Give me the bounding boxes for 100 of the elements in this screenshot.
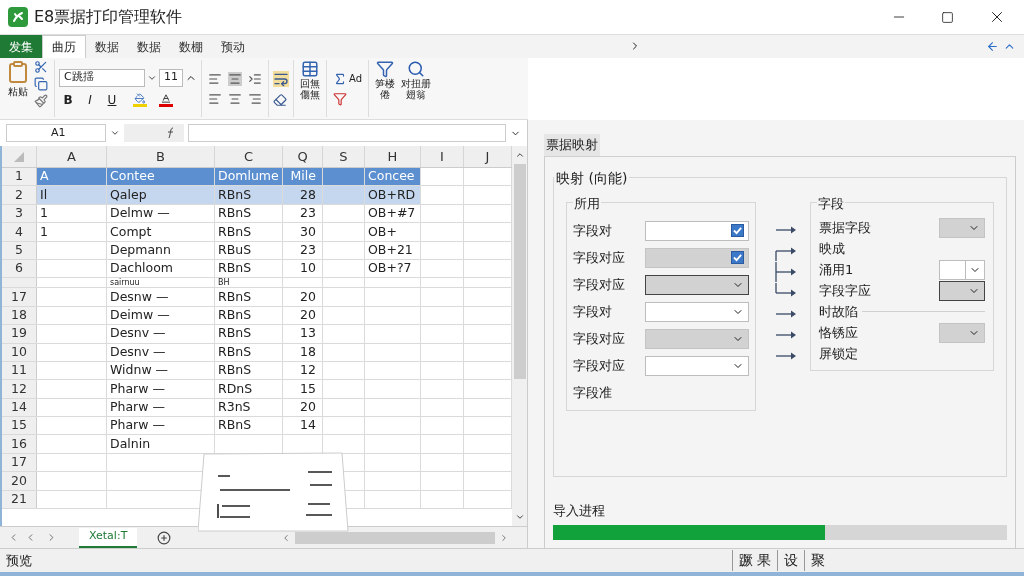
sheet-tab[interactable]: Xetal:T [79, 527, 138, 548]
row-header[interactable]: 16 [2, 435, 37, 453]
align-top-icon[interactable] [208, 71, 222, 86]
row-header[interactable]: 4 [2, 223, 37, 241]
paste-label[interactable]: 粘贴 [8, 84, 28, 99]
window-title: E8票据打印管理软件 [34, 6, 183, 28]
table-row[interactable]: 14 Pharw — R3nS 20 [2, 398, 512, 418]
font-size-field[interactable]: 11 [159, 68, 183, 87]
row-header[interactable]: 20 [2, 472, 37, 490]
font-field[interactable]: C跳揺 [59, 68, 145, 87]
filter-icon[interactable] [333, 92, 347, 106]
field-label: 票据字段 [819, 218, 872, 237]
tool-label[interactable]: 笋楼 [375, 78, 395, 89]
column-header[interactable]: Q [283, 146, 323, 167]
status-button[interactable]: 设 [777, 550, 805, 571]
status-button[interactable]: 聚 [804, 550, 832, 571]
funnel-icon[interactable] [376, 60, 394, 78]
table-cell: RBnS [215, 417, 283, 435]
ribbon-tab[interactable]: 数据 [128, 35, 170, 58]
table-row[interactable]: 6 Dachloom RBnS 10 OB+?7 [2, 259, 512, 279]
table-format-label[interactable]: 回無 [300, 78, 320, 89]
table-cell [323, 186, 365, 204]
table-row[interactable]: 18 Deimw — RBnS 20 [2, 306, 512, 326]
column-header[interactable]: A [37, 146, 107, 167]
scrollbar-thumb[interactable] [295, 531, 496, 544]
align-middle-icon[interactable] [228, 71, 242, 86]
row-header[interactable]: 12 [2, 380, 37, 398]
column-header[interactable]: S [323, 146, 365, 167]
maximize-icon[interactable] [941, 10, 954, 24]
table-cell: RBnS [215, 343, 283, 361]
table-row[interactable]: 4 1 Compt RBnS 30 OB+ [2, 223, 512, 242]
ribbon-tab[interactable]: 数据 [86, 35, 128, 58]
table-row[interactable]: 3 1 Delmw — RBnS 23 OB+#7 [2, 204, 512, 224]
function-icon[interactable] [166, 127, 176, 139]
name-box[interactable]: A1 [6, 124, 106, 142]
column-header[interactable]: C [215, 146, 283, 167]
clipboard-icon[interactable] [6, 60, 30, 84]
table-cell: Pharw — [107, 417, 215, 435]
table-row[interactable]: 12 Pharw — RDnS 15 [2, 380, 512, 399]
bold-button[interactable]: B [59, 90, 77, 109]
table-row[interactable]: 15 Pharw — RBnS 14 [2, 417, 512, 436]
scroll-up-icon[interactable] [514, 150, 525, 160]
ribbon-tab[interactable]: 曲历 [42, 35, 86, 58]
row-header[interactable]: 2 [2, 186, 37, 204]
ribbon-tab[interactable]: 数棚 [170, 35, 212, 58]
table-row[interactable]: 17 Desnw — RBnS 20 [2, 288, 512, 307]
table-cell: RBnS [215, 204, 283, 223]
ribbon-tab[interactable]: 预动 [212, 35, 254, 58]
status-button[interactable]: 蹶 果 [732, 550, 778, 571]
scissors-icon[interactable] [34, 60, 48, 74]
scroll-down-icon[interactable] [514, 512, 525, 522]
sum-icon[interactable] [333, 71, 347, 86]
table-row[interactable]: 1 A Contee Domlume Mile Concee [2, 168, 512, 187]
row-header[interactable]: 17 [2, 288, 37, 306]
table-row[interactable]: 10 Desnv — RBnS 18 [2, 343, 512, 362]
fill-color-icon[interactable] [133, 92, 147, 107]
column-header[interactable]: I [421, 146, 464, 167]
tool-label[interactable]: 对扭册 [401, 78, 431, 89]
align-center-icon[interactable] [228, 91, 242, 106]
table-row[interactable]: 11 Widnw — RBnS 12 [2, 361, 512, 381]
align-left-icon[interactable] [208, 91, 222, 106]
font-color-icon[interactable] [159, 92, 173, 107]
indent-icon[interactable] [248, 71, 262, 86]
check-field[interactable] [645, 220, 749, 241]
copy-icon[interactable] [34, 77, 48, 91]
underline-button[interactable]: U [103, 90, 121, 109]
table-cell: 20 [283, 306, 323, 325]
search-icon[interactable] [407, 60, 425, 78]
tool-label[interactable]: 翅翁 [406, 89, 426, 100]
brush-icon[interactable] [34, 94, 48, 108]
add-sheet-icon[interactable] [157, 530, 172, 545]
row-header[interactable]: 19 [2, 325, 37, 343]
column-header[interactable]: B [107, 146, 215, 167]
row-header[interactable]: 1 [2, 168, 37, 186]
table-row[interactable]: 5 Depmann RBuS 23 OB+21 [2, 241, 512, 260]
table-cell: 13 [283, 325, 323, 343]
table-format-label[interactable]: 傷無 [300, 89, 320, 100]
wrap-text-icon[interactable] [273, 70, 289, 87]
table-row[interactable]: 2 Il Qalep RBnS 28 OB+RD [2, 186, 512, 205]
align-right-icon[interactable] [248, 91, 262, 106]
formula-field[interactable] [188, 124, 506, 142]
table-row[interactable]: 19 Desnv — RBnS 13 [2, 325, 512, 344]
scrollbar-thumb[interactable] [513, 164, 526, 379]
back-arrow-icon[interactable] [986, 40, 999, 53]
table-cell: Mile [283, 168, 323, 186]
table-icon[interactable] [301, 60, 319, 78]
table-cell: BH [215, 278, 283, 288]
arrow-icon [775, 352, 796, 360]
table-cell: 20 [283, 288, 323, 306]
italic-button[interactable]: I [81, 90, 99, 109]
field-label: 字段对应 [573, 275, 626, 294]
checkbox[interactable] [731, 224, 744, 237]
tool-label[interactable]: 倦 [380, 89, 390, 100]
autosum-label[interactable]: Ad [349, 71, 362, 86]
panel-tab[interactable]: 票据映射 [544, 134, 600, 156]
file-tab[interactable]: 发集 [0, 35, 42, 58]
eraser-icon[interactable] [273, 92, 287, 107]
column-header[interactable]: H [365, 146, 421, 167]
row-header[interactable]: 15 [2, 417, 37, 435]
table-row[interactable]: sairnuu BH [2, 278, 512, 289]
